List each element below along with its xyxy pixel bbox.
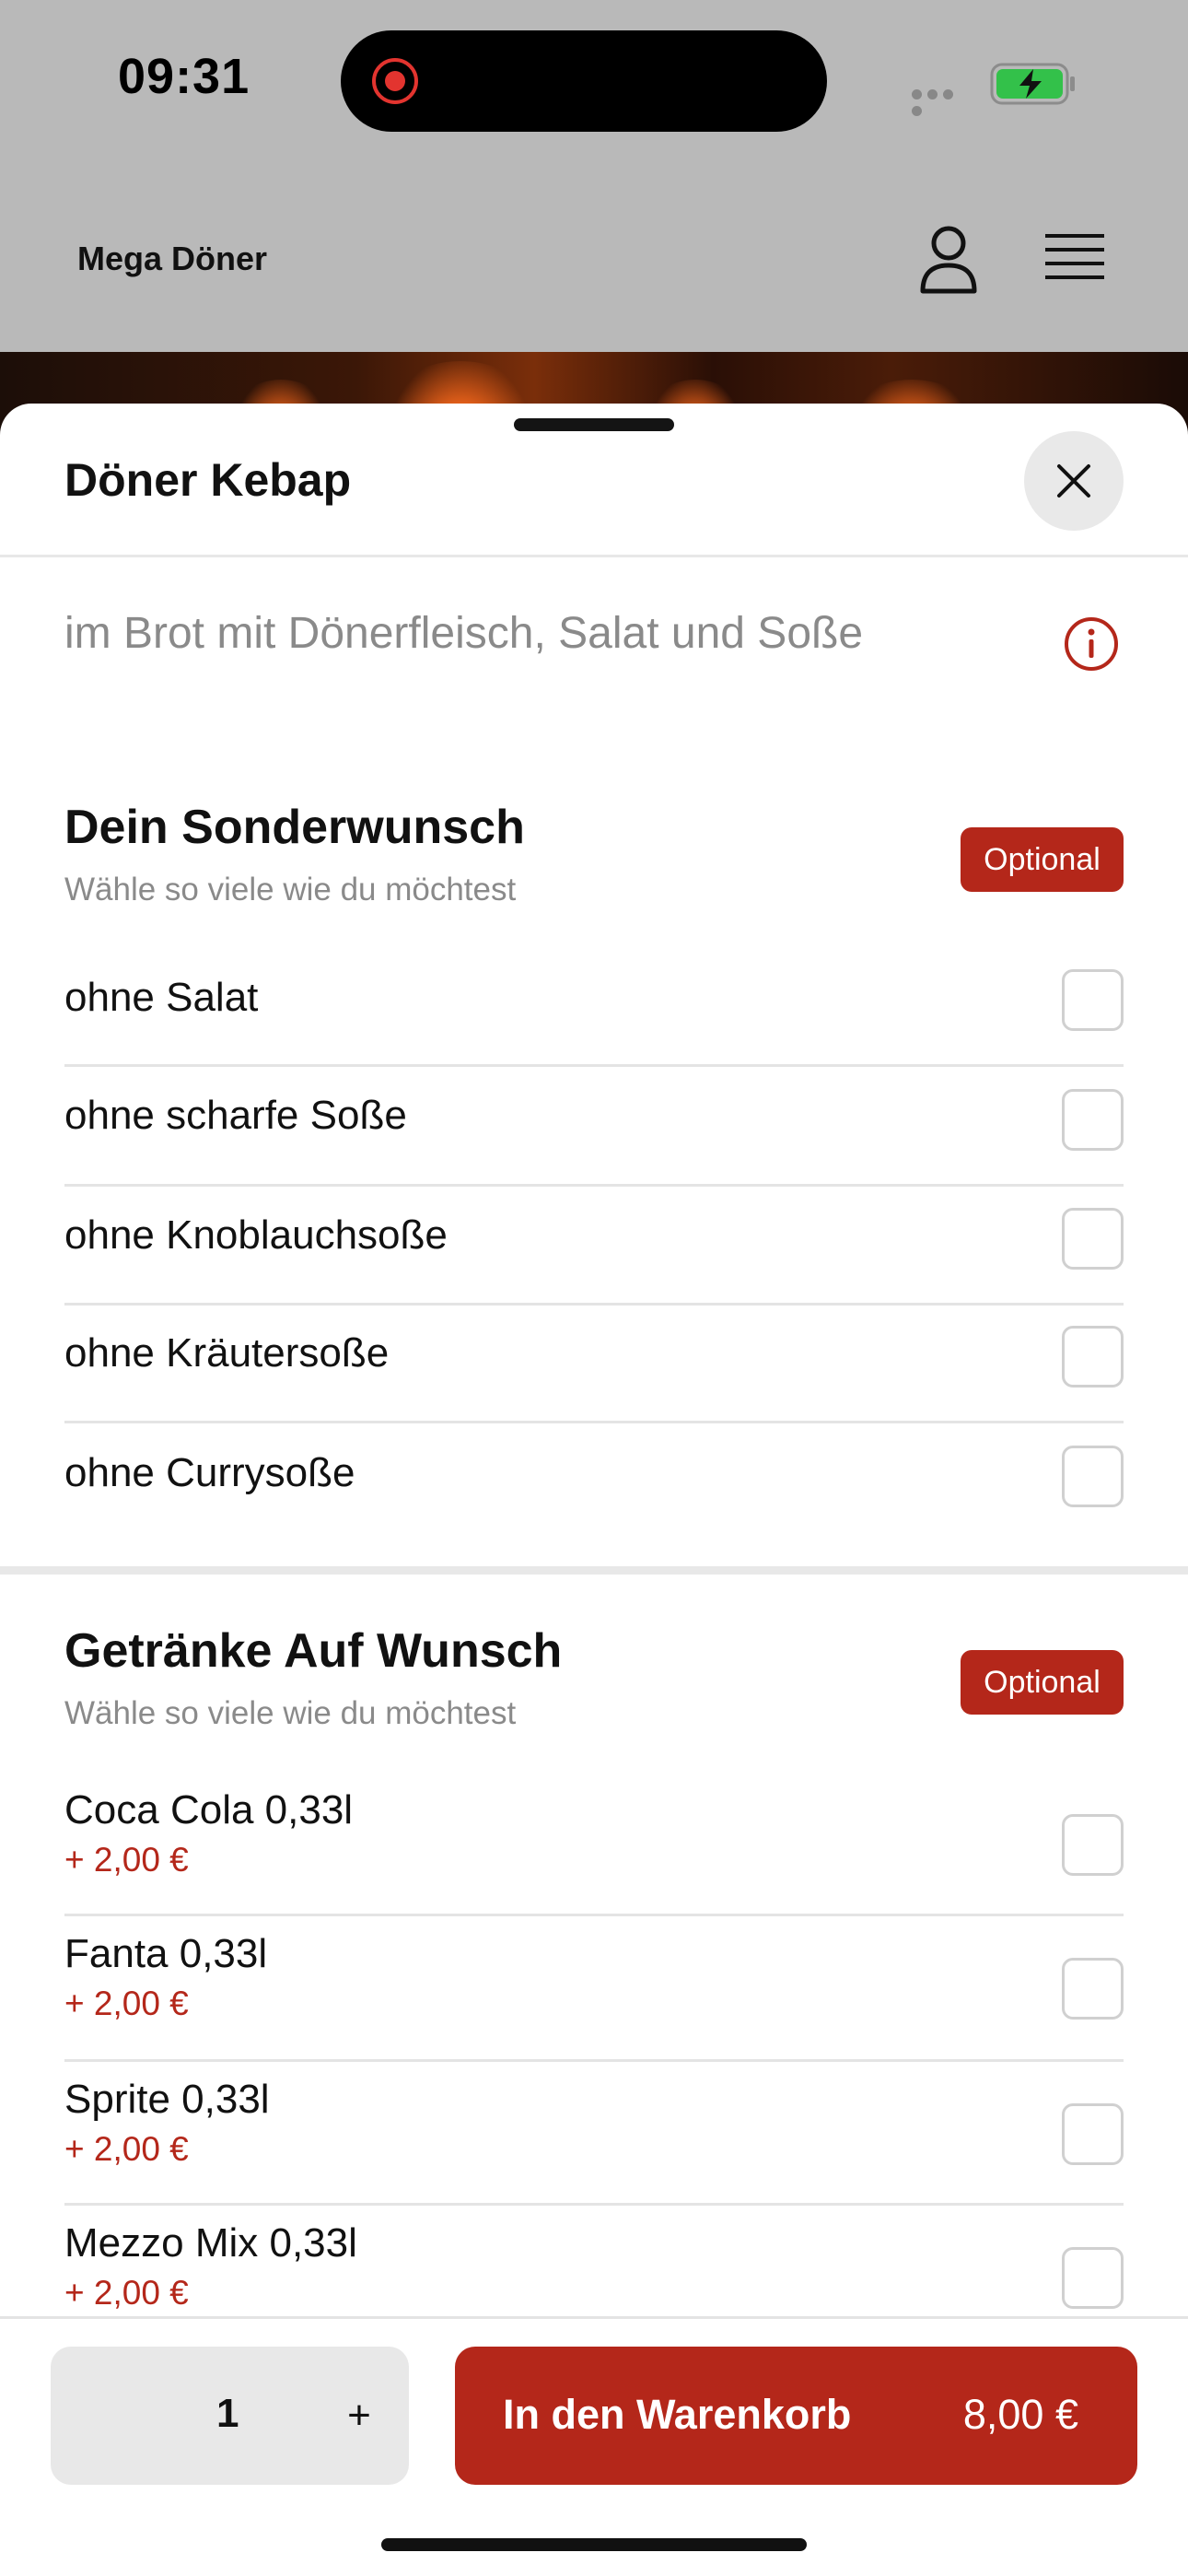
option-row[interactable]: Fanta 0,33l + 2,00 € — [64, 1916, 1124, 2062]
option-checkbox[interactable] — [1062, 2247, 1124, 2309]
section-subtitle: Wähle so viele wie du möchtest — [64, 1695, 517, 1731]
option-price: + 2,00 € — [64, 2130, 189, 2168]
user-icon[interactable] — [919, 225, 978, 295]
option-checkbox[interactable] — [1062, 1089, 1124, 1151]
option-checkbox[interactable] — [1062, 1958, 1124, 2020]
section-divider — [0, 1566, 1188, 1575]
option-label: Fanta 0,33l — [64, 1931, 268, 1976]
section-title-sonderwunsch: Dein Sonderwunsch — [64, 801, 525, 854]
close-icon — [1057, 464, 1090, 498]
option-checkbox[interactable] — [1062, 1814, 1124, 1876]
option-price: + 2,00 € — [64, 2274, 189, 2312]
battery-charging-icon — [990, 63, 1075, 105]
status-bar: 09:31 — [0, 0, 1188, 166]
option-label: ohne Knoblauchsoße — [64, 1212, 448, 1258]
dynamic-island — [341, 30, 827, 132]
product-title: Döner Kebap — [64, 454, 352, 506]
option-label: ohne scharfe Soße — [64, 1093, 407, 1138]
option-row[interactable]: Mezzo Mix 0,33l + 2,00 € — [64, 2206, 1124, 2335]
option-row[interactable]: ohne Currysoße — [64, 1423, 1124, 1542]
bottom-action-bar: 1 + In den Warenkorb 8,00 € — [0, 2316, 1188, 2576]
quantity-value: 1 — [216, 2391, 239, 2436]
option-price: + 2,00 € — [64, 1985, 189, 2022]
divider — [0, 555, 1188, 557]
section-title-getraenke: Getränke Auf Wunsch — [64, 1624, 563, 1678]
home-indicator[interactable] — [381, 2538, 807, 2551]
option-checkbox[interactable] — [1062, 1446, 1124, 1507]
option-row[interactable]: Sprite 0,33l + 2,00 € — [64, 2060, 1124, 2206]
info-icon[interactable] — [1063, 615, 1120, 673]
app-header: Mega Döner — [0, 166, 1188, 350]
cart-total-price: 8,00 € — [962, 2391, 1078, 2438]
quantity-plus-button[interactable]: + — [332, 2383, 387, 2448]
option-row[interactable]: ohne scharfe Soße — [64, 1067, 1124, 1187]
close-button[interactable] — [1024, 431, 1124, 531]
product-description: im Brot mit Dönerfleisch, Salat und Soße — [64, 609, 864, 658]
status-time: 09:31 — [118, 49, 250, 104]
section-subtitle: Wähle so viele wie du möchtest — [64, 872, 517, 907]
option-checkbox[interactable] — [1062, 2103, 1124, 2165]
option-label: ohne Currysoße — [64, 1450, 355, 1495]
option-label: ohne Kräutersoße — [64, 1330, 390, 1376]
add-to-cart-label: In den Warenkorb — [503, 2391, 852, 2438]
menu-icon[interactable] — [1045, 230, 1104, 287]
option-label: Mezzo Mix 0,33l — [64, 2220, 357, 2266]
signal-icon — [912, 88, 973, 116]
option-row[interactable]: Coca Cola 0,33l + 2,00 € — [64, 1773, 1124, 1916]
add-to-cart-button[interactable]: In den Warenkorb 8,00 € — [455, 2347, 1137, 2485]
option-checkbox[interactable] — [1062, 1326, 1124, 1388]
optional-badge: Optional — [961, 827, 1124, 892]
option-price: + 2,00 € — [64, 1841, 189, 1879]
sheet-grabber[interactable] — [514, 418, 674, 431]
quantity-stepper[interactable]: 1 + — [51, 2347, 409, 2485]
option-checkbox[interactable] — [1062, 1208, 1124, 1270]
option-row[interactable]: ohne Salat — [64, 947, 1124, 1067]
option-label: Sprite 0,33l — [64, 2077, 270, 2122]
option-checkbox[interactable] — [1062, 969, 1124, 1031]
option-label: ohne Salat — [64, 975, 259, 1020]
option-row[interactable]: ohne Kräutersoße — [64, 1305, 1124, 1423]
brand-name[interactable]: Mega Döner — [77, 240, 267, 278]
recording-icon — [372, 58, 418, 104]
option-label: Coca Cola 0,33l — [64, 1787, 354, 1832]
option-row[interactable]: ohne Knoblauchsoße — [64, 1185, 1124, 1306]
product-sheet: Döner Kebap im Brot mit Dönerfleisch, Sa… — [0, 404, 1188, 2576]
optional-badge: Optional — [961, 1650, 1124, 1715]
